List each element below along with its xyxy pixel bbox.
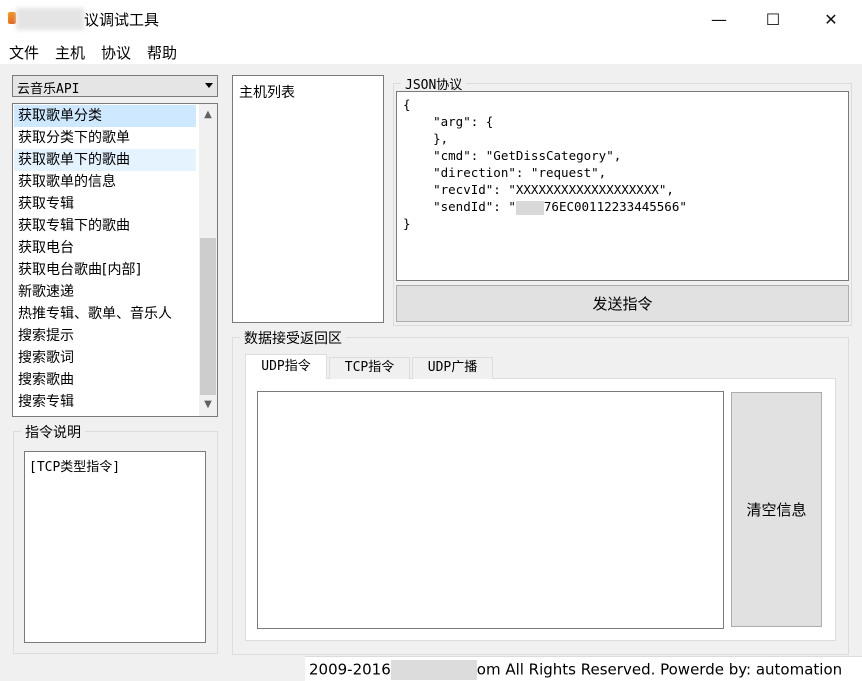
json-line-0: {	[403, 97, 411, 112]
send-command-button[interactable]: 发送指令	[396, 285, 849, 322]
api-list-item[interactable]: 获取分类下的歌单	[14, 127, 196, 149]
close-icon: ✕	[824, 9, 838, 29]
json-line-2: },	[403, 131, 449, 146]
receive-log[interactable]	[257, 391, 724, 629]
json-send-id-tail: 76EC00112233445566"	[543, 199, 687, 214]
status-suffix: om All Rights Reserved. Powerde by: auto…	[476, 660, 843, 679]
json-editor[interactable]: { "arg": { }, "cmd": "GetDissCategory", …	[396, 91, 849, 281]
scroll-thumb[interactable]	[200, 238, 216, 395]
title-bar: 议调试工具 — ☐ ✕	[0, 0, 862, 38]
send-command-label: 发送指令	[592, 295, 653, 313]
app-icon	[8, 12, 16, 24]
redacted-status	[390, 660, 477, 680]
tab-udp-broadcast[interactable]: UDP广播	[412, 357, 493, 379]
command-desc-text: [TCP类型指令]	[29, 460, 121, 475]
json-line-6: "sendId": "	[403, 199, 516, 214]
tab-udp-command[interactable]: UDP指令	[245, 354, 327, 379]
api-list-item[interactable]: 获取电台歌曲[内部]	[14, 259, 196, 281]
api-list-scrollbar[interactable]: ▲ ▼	[199, 104, 217, 416]
api-list-item[interactable]: 搜索专辑	[14, 391, 196, 413]
api-list-item[interactable]: 获取歌单的信息	[14, 171, 196, 193]
api-select[interactable]: 云音乐API	[12, 75, 218, 97]
json-line-5: "recvId": "XXXXXXXXXXXXXXXXXXX",	[403, 182, 674, 197]
menu-file[interactable]: 文件	[9, 42, 39, 63]
chevron-down-icon[interactable]	[205, 83, 213, 88]
api-command-list[interactable]: 获取歌单分类 获取分类下的歌单 获取歌单下的歌曲 获取歌单的信息 获取专辑 获取专辑下的歌…	[12, 103, 218, 417]
tab-udp-command-label: UDP指令	[261, 359, 311, 374]
status-prefix: 2009-2016	[309, 660, 391, 679]
api-list-item[interactable]: 搜索歌词	[14, 347, 196, 369]
scroll-up-icon[interactable]: ▲	[199, 106, 217, 124]
api-list-item[interactable]: 获取电台	[14, 237, 196, 259]
scroll-down-icon[interactable]: ▼	[199, 396, 217, 414]
tab-tcp-command-label: TCP指令	[344, 360, 395, 375]
json-line-1: "arg": {	[403, 114, 494, 129]
menu-bar: 文件 主机 协议 帮助	[0, 38, 862, 64]
close-button[interactable]: ✕	[802, 0, 860, 38]
command-desc-box[interactable]: [TCP类型指令]	[24, 451, 206, 643]
json-line-3: "cmd": "GetDissCategory",	[403, 148, 622, 163]
api-list-item[interactable]: 获取专辑	[14, 193, 196, 215]
receive-area-title: 数据接受返回区	[240, 328, 346, 348]
api-list-item[interactable]: 获取歌单下的歌曲	[14, 149, 196, 171]
clear-info-button[interactable]: 清空信息	[731, 392, 822, 627]
clear-info-label: 清空信息	[746, 501, 807, 519]
host-list[interactable]: 主机列表	[232, 75, 384, 323]
api-list-item[interactable]: 获取歌单分类	[14, 105, 196, 127]
minimize-button[interactable]: —	[690, 0, 748, 38]
command-desc-title: 指令说明	[21, 422, 85, 442]
minimize-icon: —	[711, 9, 727, 29]
host-list-title: 主机列表	[239, 85, 295, 101]
json-line-7: }	[403, 216, 411, 231]
redacted-title	[16, 8, 84, 30]
api-list-item[interactable]: 获取专辑下的歌曲	[14, 215, 196, 237]
json-line-4: "direction": "request",	[403, 165, 607, 180]
api-list-item[interactable]: 新歌速递	[14, 281, 196, 303]
menu-protocol[interactable]: 协议	[101, 42, 131, 63]
maximize-button[interactable]: ☐	[744, 0, 802, 38]
api-select-value: 云音乐API	[17, 82, 80, 97]
api-list-item[interactable]: 搜索歌曲	[14, 369, 196, 391]
menu-help[interactable]: 帮助	[147, 42, 177, 63]
api-list-item[interactable]: 搜索提示	[14, 325, 196, 347]
redacted-send-id	[515, 200, 544, 215]
tab-udp-broadcast-label: UDP广播	[427, 360, 478, 375]
menu-host[interactable]: 主机	[55, 42, 85, 63]
tab-tcp-command[interactable]: TCP指令	[329, 357, 410, 379]
window-title: 议调试工具	[84, 11, 160, 29]
api-list-item[interactable]: 热推专辑、歌单、音乐人	[14, 303, 196, 325]
maximize-icon: ☐	[765, 9, 781, 29]
status-bar: 2009-2016 om All Rights Reserved. Powerde…	[305, 656, 862, 681]
